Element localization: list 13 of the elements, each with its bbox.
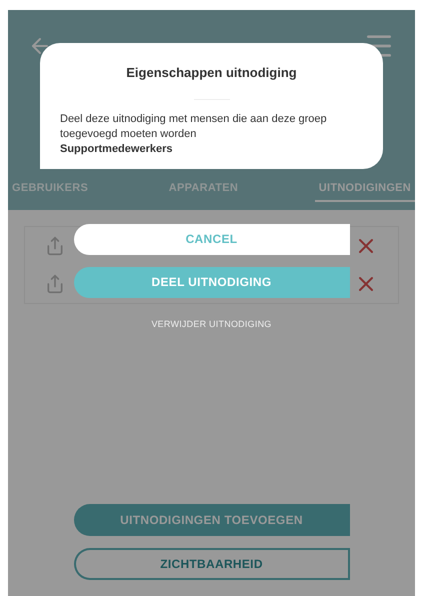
action-button[interactable]: UITNODIGINGEN TOEVOEGEN <box>74 504 350 536</box>
tab[interactable]: UITNODIGINGEN <box>314 180 415 202</box>
share-icon[interactable] <box>45 274 65 294</box>
share-icon[interactable] <box>45 236 65 256</box>
dialog-button[interactable]: DEEL UITNODIGING <box>74 266 350 298</box>
action-button[interactable]: ZICHTBAARHEID <box>74 548 350 580</box>
dialog-button[interactable]: CANCEL <box>74 224 350 254</box>
tab[interactable]: GEBRUIKERS <box>8 180 92 202</box>
tab[interactable]: APPARATEN <box>164 180 242 202</box>
group-name: Supportmedewerkers <box>60 142 174 156</box>
dialog-message: Deel deze uitnodiging met mensen die aan deze groep toegevoegd moeten worden <box>60 112 328 142</box>
dialog-title: Eigenschappen uitnodiging <box>125 64 298 82</box>
delete-invitation-link[interactable]: VERWIJDER UITNODIGING <box>151 318 272 331</box>
